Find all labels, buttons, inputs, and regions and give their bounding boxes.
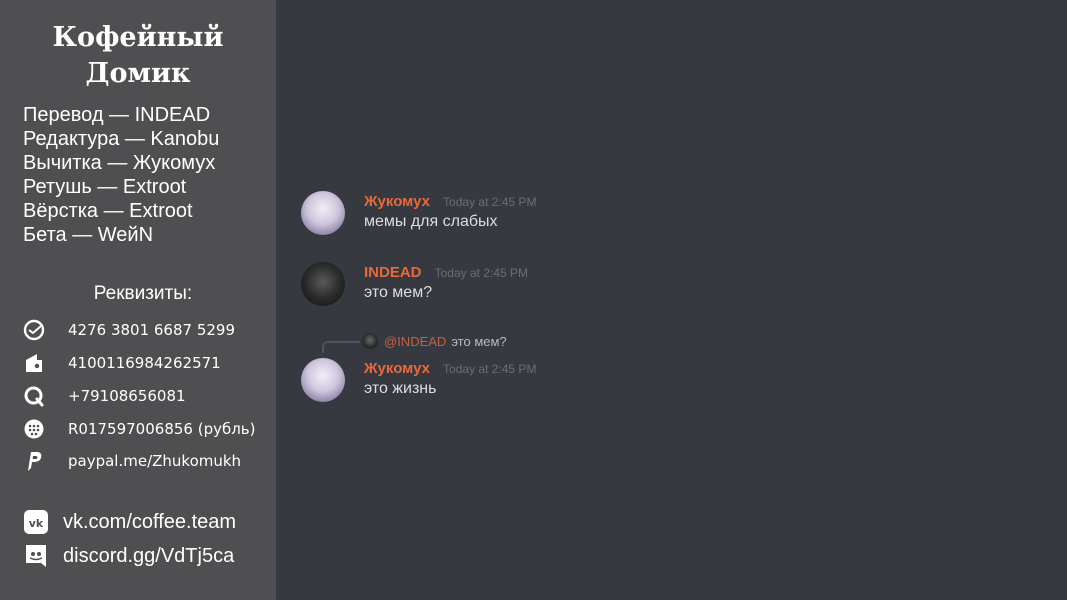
credits-panel: Кофейный Домик Перевод — INDEAD Редактур… <box>0 0 276 600</box>
discord-icon <box>23 543 49 569</box>
avatar[interactable] <box>301 262 345 306</box>
message-header: INDEAD Today at 2:45 PM <box>364 262 528 281</box>
payment-yandex-money: 4100116984262571 <box>23 351 221 375</box>
credit-translation: Перевод — INDEAD <box>23 104 211 126</box>
author-name[interactable]: INDEAD <box>364 264 422 281</box>
author-name[interactable]: Жукомух <box>364 193 430 210</box>
credit-typesetting: Вёрстка — Extroot <box>23 200 193 222</box>
vk-icon: vk <box>23 509 49 535</box>
avatar[interactable] <box>301 358 345 402</box>
credit-proofreading: Вычитка — Жукомух <box>23 152 216 174</box>
title-line-2: Домик <box>85 58 191 89</box>
message-text: это жизнь <box>364 380 437 397</box>
social-discord[interactable]: discord.gg/VdTj5ca <box>23 541 234 571</box>
title-line-1: Кофейный <box>52 22 224 53</box>
author-name[interactable]: Жукомух <box>364 360 430 377</box>
social-vk[interactable]: vk vk.com/coffee.team <box>23 507 236 537</box>
timestamp: Today at 2:45 PM <box>443 362 537 376</box>
payment-qiwi: +79108656081 <box>23 384 186 408</box>
sberbank-icon <box>23 319 45 341</box>
payment-sberbank: 4276 3801 6687 5299 <box>23 318 235 342</box>
payment-text: +79108656081 <box>68 387 186 405</box>
paypal-icon <box>23 450 45 472</box>
qiwi-icon <box>23 385 45 407</box>
credit-beta: Бета — WeйN <box>23 224 154 246</box>
payment-paypal: paypal.me/Zhukomukh <box>23 449 241 473</box>
message-header: Жукомух Today at 2:45 PM <box>364 358 536 377</box>
payment-text: R017597006856 (рубль) <box>68 420 256 438</box>
payment-text: 4100116984262571 <box>68 354 221 372</box>
vk-link[interactable]: vk.com/coffee.team <box>63 511 236 534</box>
reply-mention[interactable]: @INDEAD <box>384 334 446 349</box>
payment-text: paypal.me/Zhukomukh <box>68 452 242 470</box>
reply-text: это мем? <box>451 333 507 349</box>
requisites-heading: Реквизиты: <box>93 283 193 304</box>
payment-text: 4276 3801 6687 5299 <box>68 321 235 339</box>
svg-text:vk: vk <box>29 517 44 530</box>
yandex-money-icon <box>23 352 45 374</box>
payment-webmoney: R017597006856 (рубль) <box>23 417 256 441</box>
credits-list: Перевод — INDEAD Редактура — Kanobu Вычи… <box>23 103 219 247</box>
message-header: Жукомух Today at 2:45 PM <box>364 191 536 210</box>
webmoney-icon <box>23 418 45 440</box>
timestamp: Today at 2:45 PM <box>434 266 528 280</box>
reply-preview[interactable]: @INDEAD это мем? <box>320 331 507 351</box>
credit-retouch: Ретушь — Extroot <box>23 176 187 198</box>
timestamp: Today at 2:45 PM <box>443 195 537 209</box>
message-text: мемы для слабых <box>364 213 498 230</box>
message-text: это мем? <box>364 284 433 301</box>
avatar[interactable] <box>301 191 345 235</box>
credit-editing: Редактура — Kanobu <box>23 128 220 150</box>
team-title: Кофейный Домик <box>0 20 276 92</box>
discord-link[interactable]: discord.gg/VdTj5ca <box>63 545 234 568</box>
reply-avatar <box>362 333 378 349</box>
